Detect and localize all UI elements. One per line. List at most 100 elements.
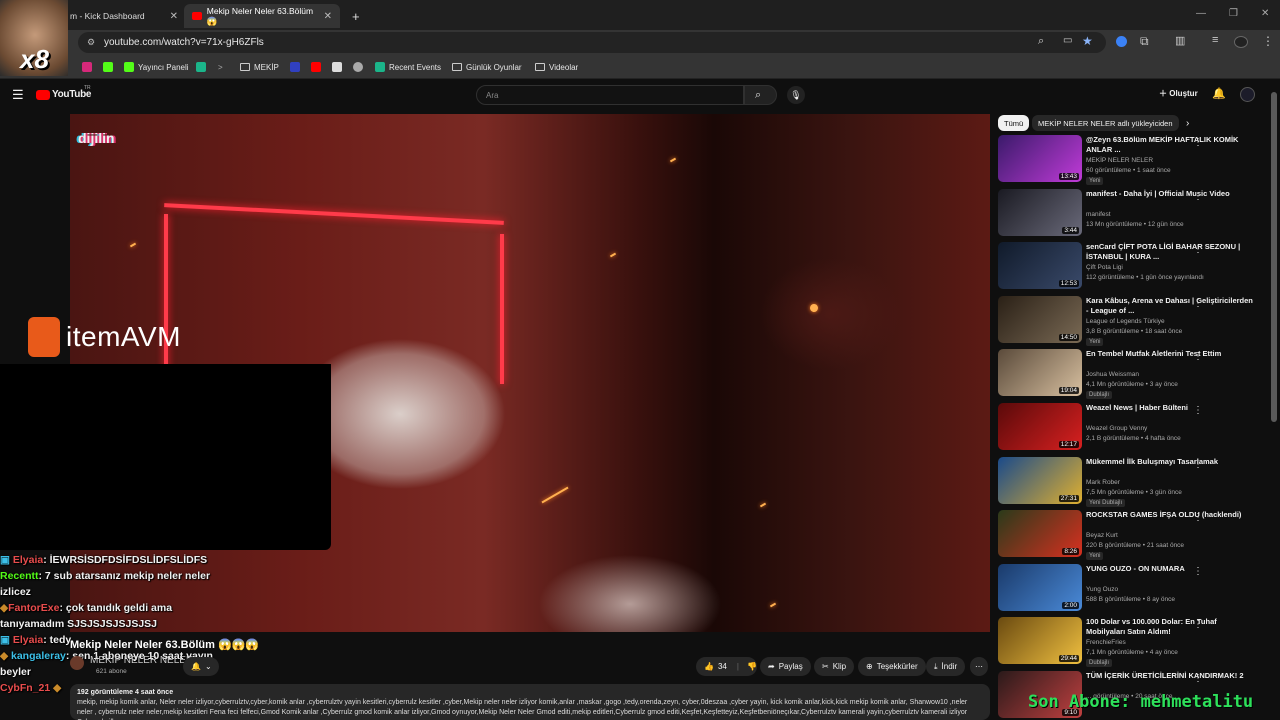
video-title[interactable]: Weazel News | Haber Bülteni bbox=[1086, 403, 1256, 413]
video-channel[interactable]: manifest bbox=[1086, 211, 1111, 218]
recommended-video[interactable]: 3:44 manifest - Daha İyi | Official Music… bbox=[998, 188, 1266, 237]
video-thumbnail[interactable]: 29:44 bbox=[998, 617, 1082, 665]
app-icon[interactable] bbox=[353, 59, 363, 75]
video-thumbnail[interactable]: 2:00 bbox=[998, 563, 1082, 611]
thanks-button[interactable]: ⊕ Teşekkürler bbox=[858, 657, 926, 676]
zoom-icon[interactable]: ⌕ bbox=[1038, 35, 1044, 48]
side-panel-icon[interactable]: ▥ bbox=[1175, 34, 1185, 47]
more-vertical-icon[interactable]: ⋮ bbox=[1193, 405, 1203, 416]
more-vertical-icon[interactable]: ⋮ bbox=[1193, 566, 1203, 577]
url-field[interactable]: ⚙ youtube.com/watch?v=71x-gH6ZFls ⌕ ▭ ★ bbox=[78, 32, 1106, 53]
bookmark-videolar[interactable]: Videolar bbox=[535, 59, 578, 75]
image-icon[interactable] bbox=[332, 59, 342, 75]
bookmark-recent-events[interactable]: Recent Events bbox=[375, 59, 441, 75]
youtube-logo-icon[interactable] bbox=[36, 90, 50, 100]
like-button[interactable]: 👍 34 | 👎 bbox=[696, 657, 757, 676]
channel-name[interactable]: MEKİP NELER NELER bbox=[90, 655, 193, 666]
chip-all[interactable]: Tümü bbox=[998, 115, 1030, 131]
video-channel[interactable]: Joshua Weissman bbox=[1086, 371, 1139, 378]
reading-list-icon[interactable]: ≡ bbox=[1212, 34, 1218, 46]
more-vertical-icon[interactable]: ⋮ bbox=[1193, 137, 1203, 148]
youtube-icon[interactable] bbox=[311, 59, 321, 75]
more-vertical-icon[interactable]: ⋮ bbox=[1193, 512, 1203, 523]
profile-avatar[interactable] bbox=[1234, 36, 1248, 48]
more-vertical-icon[interactable]: ⋮ bbox=[1193, 619, 1203, 630]
video-thumbnail[interactable]: 12:17 bbox=[998, 403, 1082, 450]
tab-youtube-video[interactable]: Mekip Neler Neler 63.Bölüm 😱 ✕ bbox=[184, 4, 340, 28]
tab-kick-dashboard[interactable]: m - Kick Dashboard ✕ bbox=[62, 4, 186, 28]
video-title[interactable]: @Zeyn 63.Bölüm MEKİP HAFTALIK KOMİK ANLA… bbox=[1086, 135, 1256, 155]
restore-icon[interactable]: ❐ bbox=[1229, 8, 1238, 19]
more-vertical-icon[interactable]: ⋮ bbox=[1193, 244, 1203, 255]
recommended-video[interactable]: 19:04 En Tembel Mutfak Aletlerini Test Et… bbox=[998, 349, 1266, 400]
recommended-video[interactable]: 8:26 ROCKSTAR GAMES İFŞA OLDU (hacklendi)… bbox=[998, 510, 1266, 561]
video-thumbnail[interactable]: 8:26 bbox=[998, 510, 1082, 558]
extension-icon[interactable] bbox=[1116, 36, 1127, 47]
recommended-video[interactable]: 2:00 YUNG OUZO - ON NUMARA Yung Ouzo 588 B … bbox=[998, 563, 1266, 612]
account-avatar[interactable] bbox=[1240, 87, 1255, 102]
menu-kebab-icon[interactable]: ⋮ bbox=[1262, 34, 1274, 48]
channel-avatar[interactable] bbox=[70, 656, 84, 670]
video-channel[interactable]: MEKİP NELER NELER bbox=[1086, 157, 1153, 164]
close-window-icon[interactable]: ✕ bbox=[1261, 8, 1269, 19]
video-title[interactable]: YUNG OUZO - ON NUMARA bbox=[1086, 564, 1256, 574]
video-thumbnail[interactable]: 27:31 bbox=[998, 456, 1082, 504]
create-button[interactable]: ＋ Oluştur bbox=[1159, 88, 1198, 99]
minimize-icon[interactable]: — bbox=[1196, 8, 1206, 19]
video-channel[interactable]: Yung Ouzo bbox=[1086, 586, 1118, 593]
video-channel[interactable]: Weazel Group Venny bbox=[1086, 425, 1147, 432]
video-channel[interactable]: Çift Pota Ligi bbox=[1086, 264, 1123, 271]
more-vertical-icon[interactable]: ⋮ bbox=[1193, 673, 1203, 684]
video-title[interactable]: Mükemmel İlk Buluşmayı Tasarlamak bbox=[1086, 457, 1256, 467]
video-channel[interactable]: Mark Rober bbox=[1086, 479, 1120, 486]
video-thumbnail[interactable]: 12:53 bbox=[998, 242, 1082, 290]
video-thumbnail[interactable]: 19:04 bbox=[998, 349, 1082, 397]
bookmark-mekip[interactable]: MEKİP bbox=[240, 59, 279, 75]
bookmark-star-icon[interactable]: ★ bbox=[1082, 34, 1093, 48]
more-vertical-icon[interactable]: ⋮ bbox=[1193, 191, 1203, 202]
more-vertical-icon[interactable]: ⋮ bbox=[1193, 298, 1203, 309]
close-icon[interactable]: ✕ bbox=[170, 11, 178, 22]
download-button[interactable]: ⤓ İndir bbox=[926, 657, 966, 676]
cast-icon[interactable]: ▭ bbox=[1063, 35, 1072, 46]
share-button[interactable]: ➦ Paylaş bbox=[760, 657, 811, 676]
video-title[interactable]: senCard ÇİFT POTA LİGİ BAHAR SEZONU | İS… bbox=[1086, 242, 1256, 262]
video-channel[interactable]: Beyaz Kurt bbox=[1086, 532, 1118, 539]
new-tab-button[interactable]: + bbox=[344, 4, 364, 28]
video-channel[interactable]: FrenchieFries bbox=[1086, 639, 1126, 646]
recommended-video[interactable]: 27:31 Mükemmel İlk Buluşmayı Tasarlamak Ma… bbox=[998, 456, 1266, 507]
video-thumbnail[interactable]: 3:44 bbox=[998, 188, 1082, 236]
clip-button[interactable]: ✂ Klip bbox=[814, 657, 855, 676]
notifications-bell-icon[interactable]: 🔔 bbox=[1212, 87, 1226, 100]
chevron-right-icon[interactable]: › bbox=[1180, 115, 1195, 131]
recommended-video[interactable]: 13:43 @Zeyn 63.Bölüm MEKİP HAFTALIK KOMİK… bbox=[998, 135, 1266, 185]
video-channel[interactable]: League of Legends Türkiye bbox=[1086, 318, 1165, 325]
video-thumbnail[interactable]: 13:43 bbox=[998, 135, 1082, 182]
app-icon[interactable] bbox=[290, 59, 300, 75]
video-title[interactable]: manifest - Daha İyi | Official Music Vid… bbox=[1086, 189, 1256, 199]
search-button[interactable]: ⌕ bbox=[744, 85, 777, 105]
recommended-video[interactable]: 12:17 Weazel News | Haber Bülteni Weazel G… bbox=[998, 403, 1266, 451]
search-input[interactable]: Ara bbox=[476, 85, 744, 105]
video-title[interactable]: 100 Dolar vs 100.000 Dolar: En Tuhaf Mob… bbox=[1086, 617, 1256, 637]
recommended-video[interactable]: 14:50 Kara Kâbus, Arena ve Dahası | Geliş… bbox=[998, 295, 1266, 346]
close-icon[interactable]: ✕ bbox=[324, 11, 332, 22]
subscribe-bell-button[interactable]: 🔔 ⌄ bbox=[183, 657, 219, 676]
extensions-puzzle-icon[interactable]: ⧉ bbox=[1140, 34, 1149, 49]
video-title[interactable]: ROCKSTAR GAMES İFŞA OLDU (hacklendi) bbox=[1086, 510, 1256, 520]
bookmark-gunluk-oyunlar[interactable]: Günlük Oyunlar bbox=[452, 59, 522, 75]
recommended-video[interactable]: 12:53 senCard ÇİFT POTA LİGİ BAHAR SEZONU… bbox=[998, 242, 1266, 290]
video-title[interactable]: Kara Kâbus, Arena ve Dahası | Geliştiric… bbox=[1086, 296, 1256, 316]
terminal-icon[interactable]: > bbox=[218, 59, 223, 75]
video-title[interactable]: En Tembel Mutfak Aletlerini Test Ettim bbox=[1086, 349, 1256, 359]
kick-icon[interactable] bbox=[103, 59, 113, 75]
video-description[interactable]: 192 görüntüleme 4 saat önce mekip, mekip… bbox=[70, 684, 990, 720]
more-vertical-icon[interactable]: ⋮ bbox=[1193, 351, 1203, 362]
site-info-icon[interactable]: ⚙ bbox=[87, 37, 95, 48]
app-icon[interactable] bbox=[196, 59, 206, 75]
hamburger-menu-icon[interactable]: ☰ bbox=[12, 87, 24, 103]
voice-search-mic-icon[interactable]: 🎙 bbox=[787, 86, 805, 104]
video-thumbnail[interactable]: 14:50 bbox=[998, 295, 1082, 343]
video-title[interactable]: TÜM İÇERİK ÜRETİCİLERİNİ KANDIRMAK! 2 bbox=[1086, 671, 1256, 681]
instagram-icon[interactable] bbox=[82, 59, 92, 75]
